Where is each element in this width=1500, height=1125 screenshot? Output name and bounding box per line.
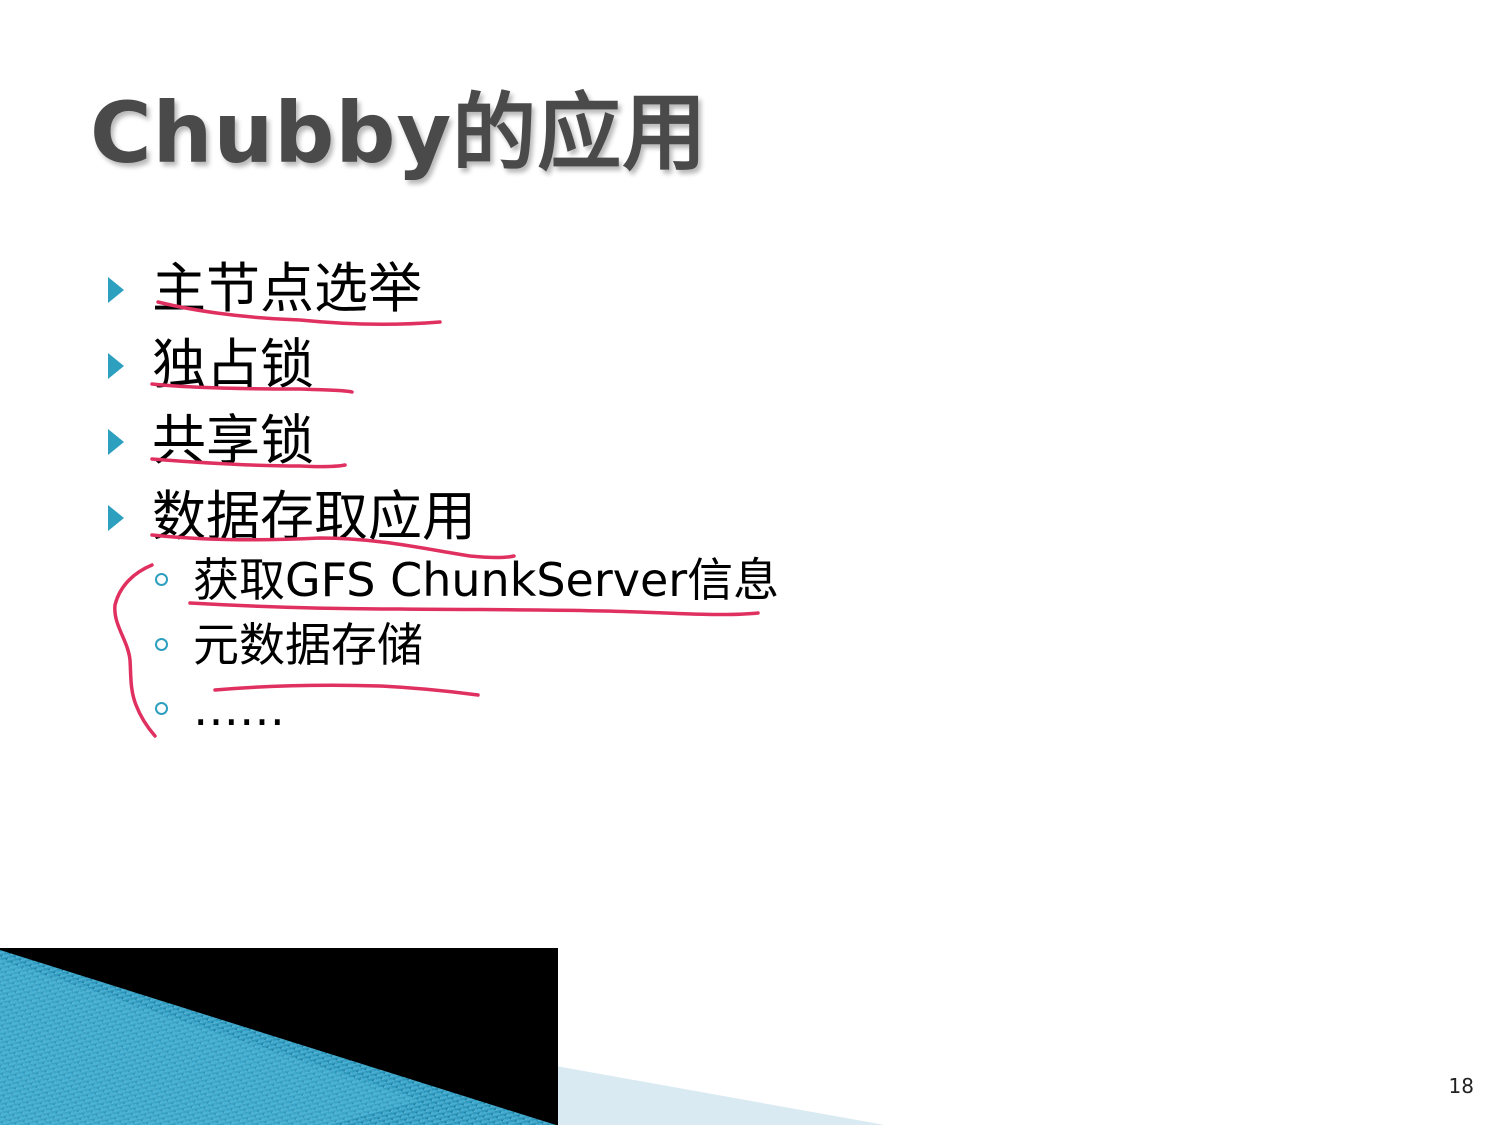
slide: Chubby的应用 主节点选举 独占锁 共享锁 数据存取应用 获取GFS Chu… (0, 0, 1500, 1125)
footer-light-wedge (556, 1066, 885, 1125)
page-number: 18 (1448, 1074, 1474, 1098)
footer-graphic (0, 948, 885, 1125)
